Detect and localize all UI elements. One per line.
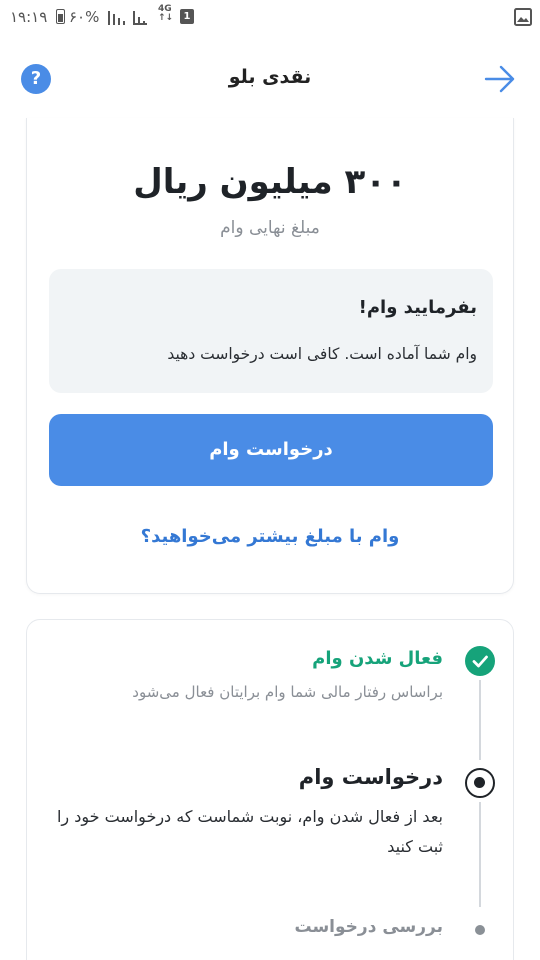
- higher-amount-link[interactable]: وام با مبلغ بیشتر می‌خواهید؟: [27, 526, 513, 547]
- loan-card: ۳۰۰ میلیون ریال مبلغ نهایی وام بفرمایید …: [26, 118, 514, 594]
- step-connector: [479, 680, 481, 760]
- page-title: نقدی بلو: [228, 66, 312, 88]
- signal-icon: [108, 9, 128, 25]
- help-icon[interactable]: ?: [21, 64, 51, 94]
- step-current-radio-icon: [465, 768, 495, 798]
- loan-ready-text: وام شما آماده است. کافی است درخواست دهید: [167, 345, 477, 363]
- back-arrow-icon[interactable]: [484, 64, 516, 94]
- gallery-icon: [514, 8, 532, 26]
- loan-amount: ۳۰۰ میلیون ریال: [133, 162, 407, 202]
- loan-steps-card: فعال شدن وام براساس رفتار مالی شما وام ب…: [26, 619, 514, 960]
- loan-ready-box: بفرمایید وام! وام شما آماده است. کافی اس…: [49, 269, 493, 393]
- status-bar: ۱۹:۱۹ ۶۰% 4G ↑↓ 1: [0, 0, 540, 34]
- battery-icon: [56, 9, 65, 24]
- loan-amount-caption: مبلغ نهایی وام: [220, 218, 320, 238]
- request-loan-button[interactable]: درخواست وام: [49, 414, 493, 486]
- network-type: 4G ↑↓: [158, 4, 174, 23]
- status-time: ۱۹:۱۹: [10, 8, 48, 26]
- step-title-activation: فعال شدن وام: [312, 648, 443, 669]
- step-desc-activation: براساس رفتار مالی شما وام برایتان فعال م…: [132, 683, 443, 701]
- notification-icon: 1: [180, 9, 194, 24]
- step-pending-dot-icon: [475, 925, 485, 935]
- step-title-review: بررسی درخواست: [294, 917, 443, 937]
- signal-icon-2: [133, 9, 153, 25]
- step-title-request: درخواست وام: [298, 765, 443, 789]
- loan-ready-title: بفرمایید وام!: [358, 297, 477, 318]
- app-header: ? نقدی بلو: [0, 54, 540, 104]
- step-done-check-icon: [465, 646, 495, 676]
- battery-level: ۶۰%: [69, 8, 100, 26]
- step-connector: [479, 802, 481, 907]
- step-desc-request: بعد از فعال شدن وام، نوبت شماست که درخوا…: [56, 807, 443, 856]
